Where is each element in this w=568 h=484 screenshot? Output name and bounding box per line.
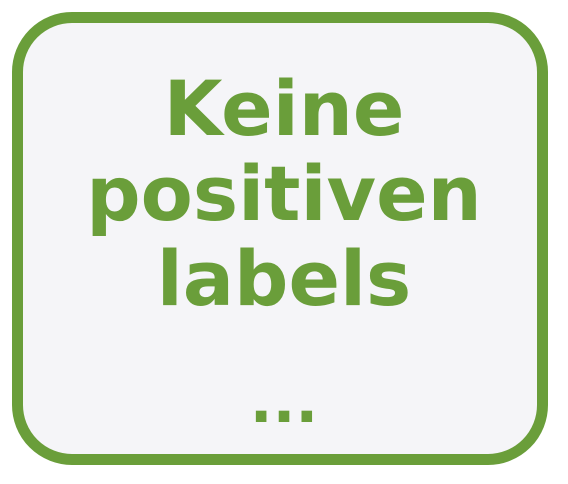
message-line-1: Keine: [163, 64, 405, 153]
ellipsis-indicator: ...: [249, 367, 319, 437]
message-line-3: labels: [156, 234, 412, 323]
message-line-2: positiven: [86, 149, 482, 238]
message-text: Keine positiven labels: [0, 66, 568, 321]
